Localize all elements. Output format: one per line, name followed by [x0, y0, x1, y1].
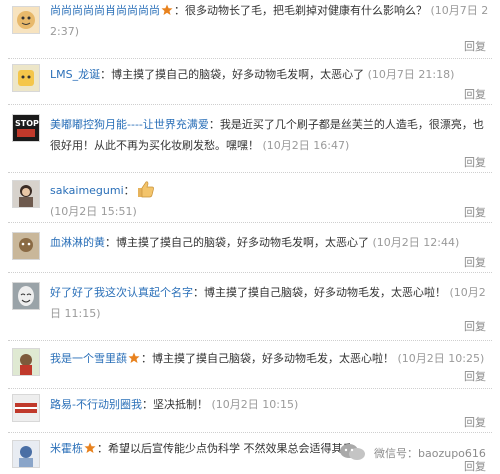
comment-username[interactable]: 好了好了我这次认真起个名字	[50, 286, 193, 299]
comment-body: 博主摸了摸自己脑袋，好多动物毛发，太恶心啦！	[152, 352, 394, 365]
comment-item: STOP! 美嘟嘟控狗月能----让世界充满爱：我是近买了几个刷子都是丝芙兰的人…	[0, 108, 500, 170]
reply-link[interactable]: 回复	[464, 368, 486, 384]
comment-separator: ：	[105, 236, 116, 249]
comment-separator: ：	[123, 184, 135, 197]
comment-username[interactable]: 路易-不行动别圈我	[50, 398, 142, 411]
comment-body: 博主摸了摸自己脑袋，好多动物毛发，太恶心啦！	[204, 286, 446, 299]
avatar[interactable]	[12, 6, 40, 34]
avatar[interactable]	[12, 282, 40, 310]
comment-body: 希望以后宣传能少点伪科学 不然效果总会适得其反	[108, 442, 350, 455]
divider	[8, 222, 492, 223]
comment-username[interactable]: 尚尚尚尚尚肖尚尚尚尚	[50, 4, 160, 17]
comment-item: 尚尚尚尚尚肖尚尚尚尚 ：很多动物长了毛，把毛剃掉对健康有什么影响么？ (10月7日…	[0, 0, 500, 56]
watermark-text: 微信号：baozupo616	[374, 447, 486, 460]
verified-star-icon	[161, 2, 173, 15]
avatar[interactable]	[12, 440, 40, 468]
divider	[8, 104, 492, 105]
comment-username[interactable]: LMS_龙诞	[50, 68, 100, 81]
avatar[interactable]	[12, 180, 40, 208]
comment-time: (10月2日 16:47)	[262, 139, 350, 152]
comment-time: (10月7日 21:18)	[367, 68, 455, 81]
divider	[8, 272, 492, 273]
comment-separator: ：	[208, 118, 220, 131]
avatar[interactable]	[12, 348, 40, 376]
comment-body: 博主摸了摸自己的脑袋，好多动物毛发啊，太恶心了	[116, 236, 369, 249]
comment-separator: ：	[141, 352, 152, 365]
watermark: 微信号：baozupo616	[338, 440, 498, 464]
comment-body: 坚决抵制！	[152, 398, 208, 411]
avatar[interactable]	[12, 394, 40, 422]
verified-star-icon	[84, 440, 96, 453]
comment-time: (10月2日 15:51)	[50, 205, 137, 218]
comment-separator: ：	[193, 286, 204, 299]
comment-item: 好了好了我这次认真起个名字：博主摸了摸自己脑袋，好多动物毛发，太恶心啦！ (10…	[0, 276, 500, 336]
reply-link[interactable]: 回复	[464, 154, 486, 170]
comment-item: sakaimegumi： (10月2日 15:51) 回复	[0, 176, 500, 220]
comment-item: 血淋淋的黄：博主摸了摸自己的脑袋，好多动物毛发啊，太恶心了 (10月2日 12:…	[0, 226, 500, 270]
comment-username[interactable]: 我是一个雪里蕻	[50, 352, 127, 365]
comment-username[interactable]: 血淋淋的黄	[50, 236, 105, 249]
comment-separator: ：	[174, 4, 185, 17]
comment-item: 路易-不行动别圈我：坚决抵制！ (10月2日 10:15) 回复	[0, 390, 500, 430]
wechat-icon	[338, 442, 368, 462]
avatar[interactable]	[12, 232, 40, 260]
avatar-stop-text: STOP!	[15, 119, 39, 128]
avatar[interactable]: STOP!	[12, 114, 40, 142]
comment-body: 博主摸了摸自己的脑袋，好多动物毛发啊，太恶心了	[111, 68, 365, 81]
divider	[8, 388, 492, 389]
reply-link[interactable]: 回复	[464, 86, 486, 102]
divider	[8, 58, 492, 59]
comment-body: 很多动物长了毛，把毛剃掉对健康有什么影响么？	[185, 4, 427, 17]
comment-username[interactable]: 美嘟嘟控狗月能----让世界充满爱	[50, 118, 209, 131]
comment-item: 我是一个雪里蕻 ：博主摸了摸自己脑袋，好多动物毛发，太恶心啦！ (10月2日 10…	[0, 344, 500, 384]
comment-time: (10月2日 10:15)	[211, 398, 299, 411]
reply-link[interactable]: 回复	[464, 318, 486, 334]
divider	[8, 340, 492, 341]
comment-time: (10月2日 12:44)	[372, 236, 460, 249]
comment-username[interactable]: 米霍栋	[50, 442, 83, 455]
reply-link[interactable]: 回复	[464, 254, 486, 270]
comment-item: LMS_龙诞：博主摸了摸自己的脑袋，好多动物毛发啊，太恶心了 (10月7日 21…	[0, 60, 500, 102]
comment-separator: ：	[100, 68, 112, 81]
comment-time: (10月2日 10:25)	[397, 352, 485, 365]
verified-star-icon	[128, 350, 140, 363]
avatar[interactable]	[12, 64, 40, 92]
reply-link[interactable]: 回复	[464, 414, 486, 430]
divider	[8, 172, 492, 173]
comment-separator: ：	[97, 442, 108, 455]
thumbs-up-icon	[137, 180, 155, 198]
divider	[8, 432, 492, 433]
comment-username[interactable]: sakaimegumi	[50, 184, 124, 197]
reply-link[interactable]: 回复	[464, 38, 486, 54]
comment-separator: ：	[141, 398, 153, 411]
reply-link[interactable]: 回复	[464, 204, 486, 220]
